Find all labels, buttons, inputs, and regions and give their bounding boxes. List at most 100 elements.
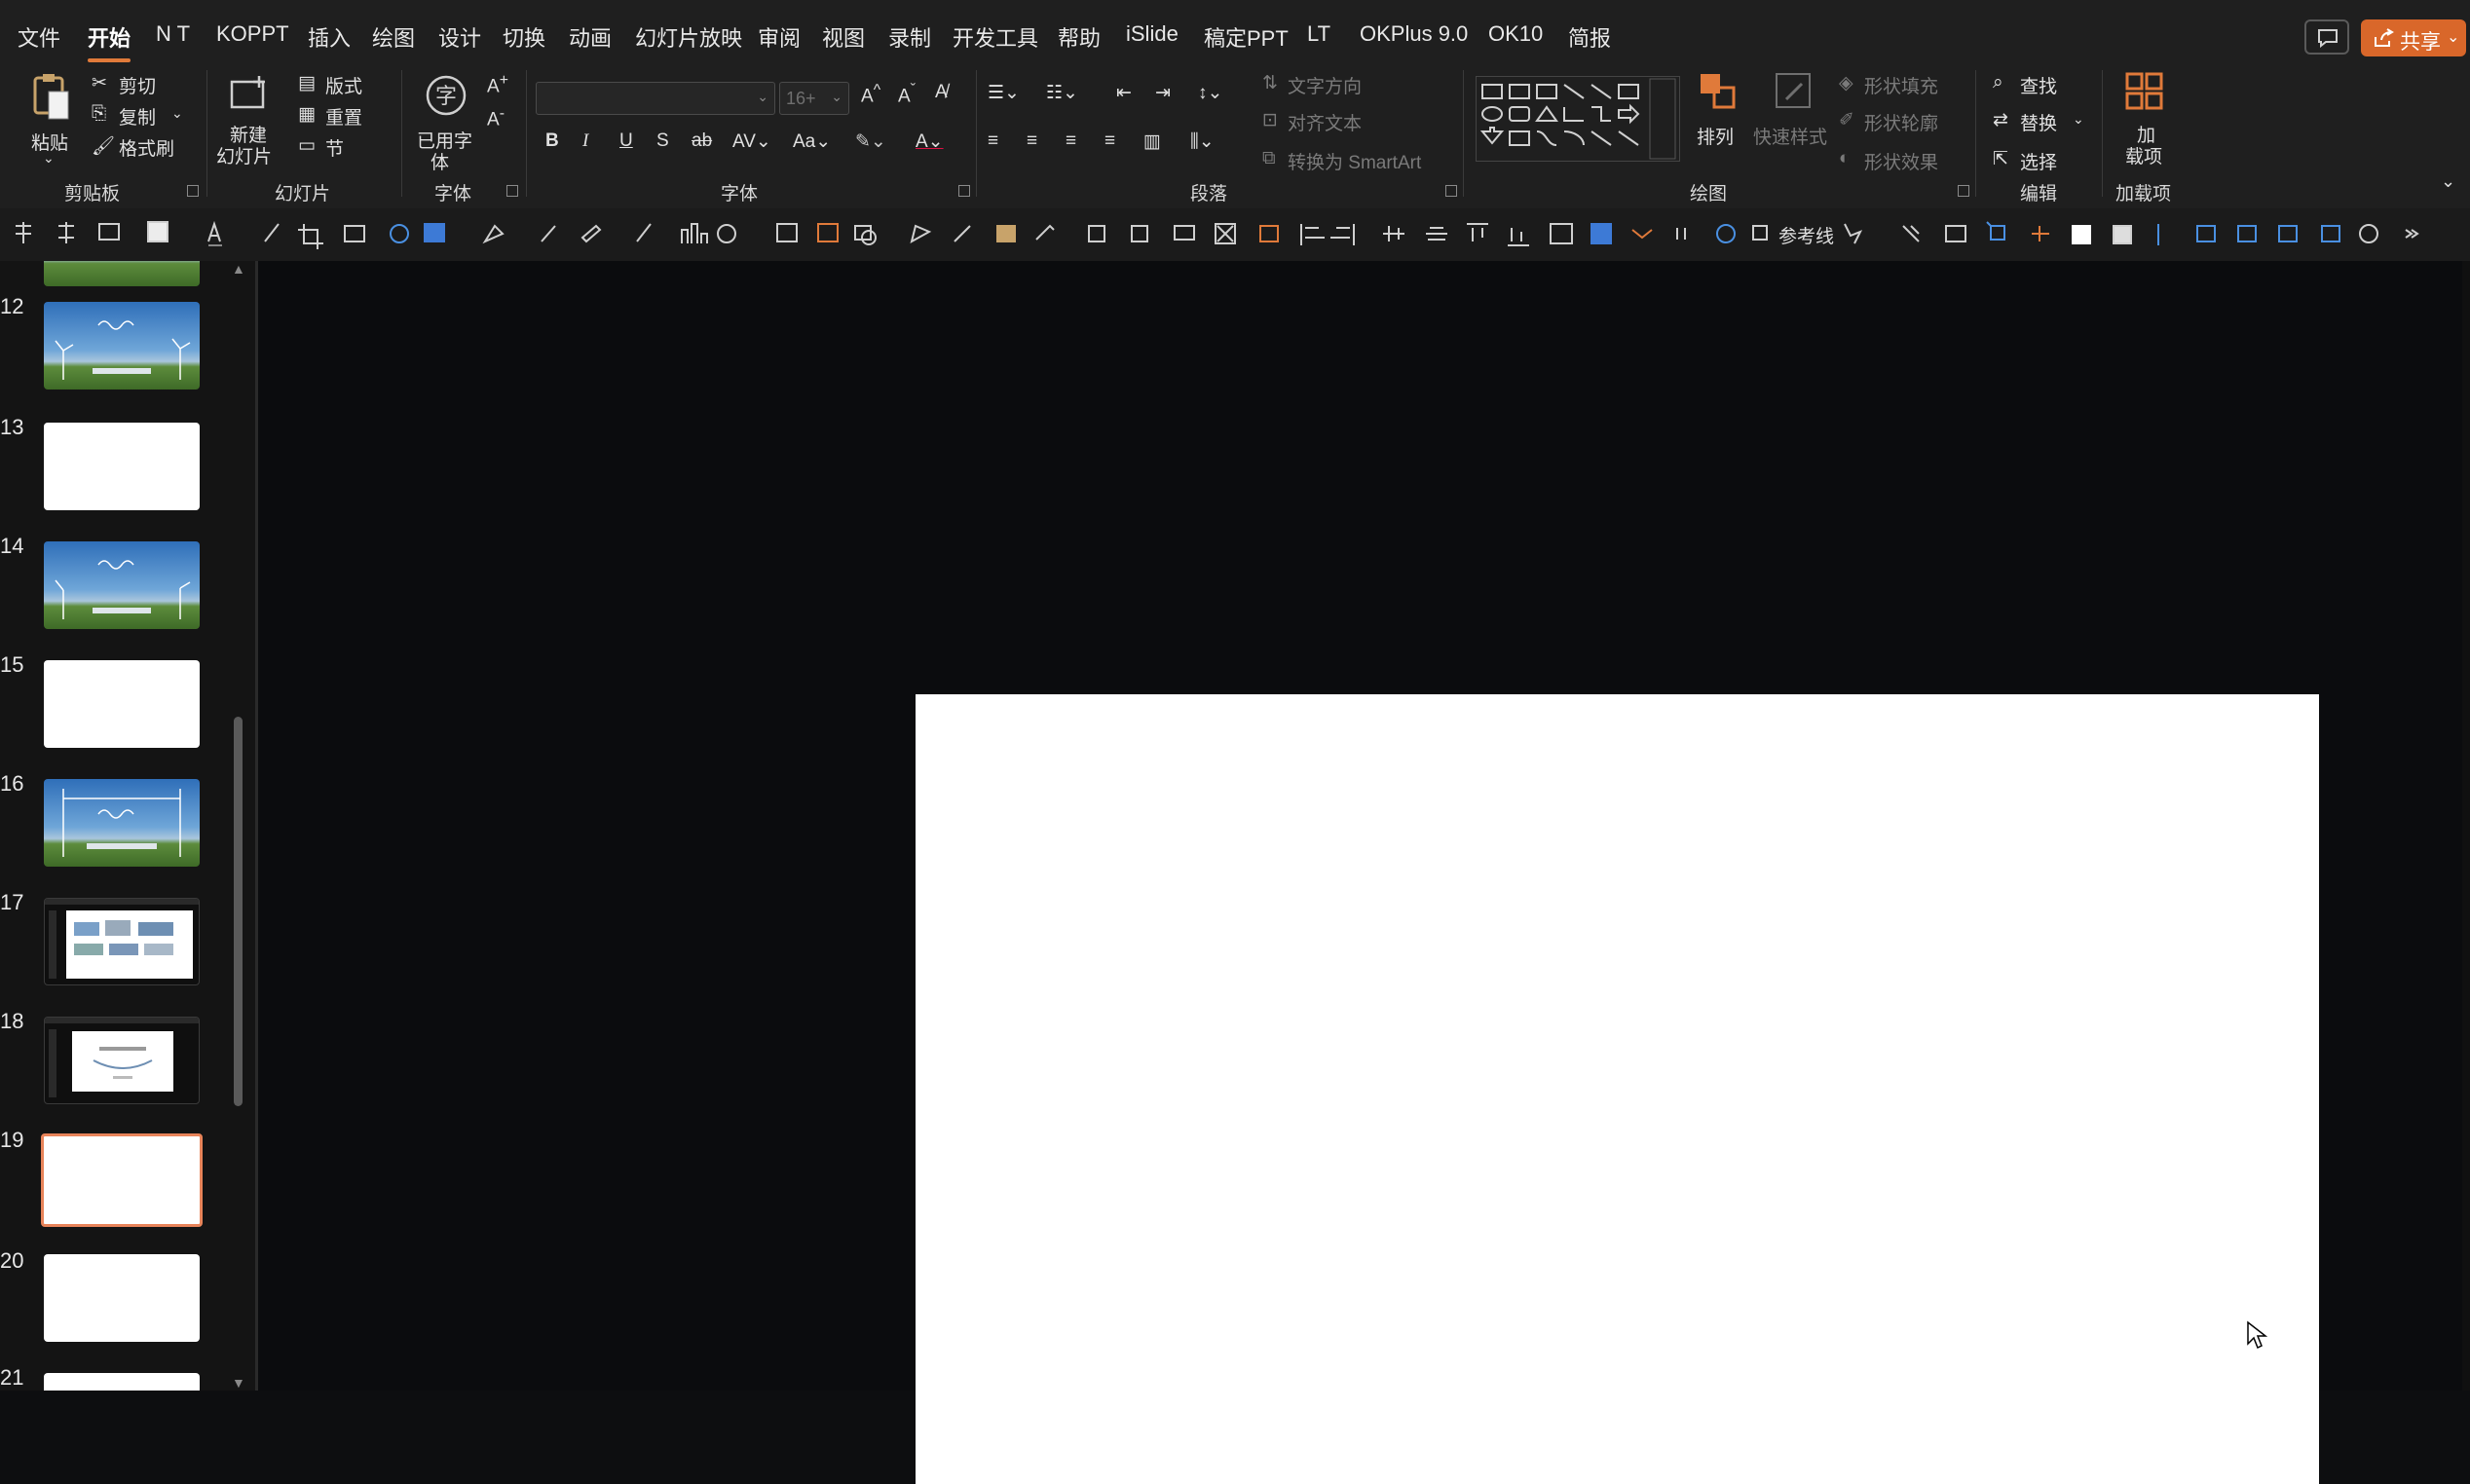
- tab-animations[interactable]: 动画: [569, 21, 612, 53]
- collapse-ribbon-icon[interactable]: ⌄: [2441, 171, 2455, 192]
- highlight-icon[interactable]: ✎⌄: [855, 130, 886, 153]
- drawing-launcher[interactable]: [1958, 185, 1969, 197]
- tab-slideshow[interactable]: 幻灯片放映: [635, 21, 742, 53]
- tab-review[interactable]: 审阅: [758, 21, 801, 53]
- tab-lt[interactable]: LT: [1307, 21, 1330, 47]
- shadow-icon[interactable]: S: [656, 130, 669, 152]
- clipboard-launcher[interactable]: [187, 185, 199, 197]
- tab-koppt[interactable]: KOPPT: [216, 21, 289, 47]
- share-button[interactable]: 共享 ⌄: [2361, 19, 2466, 56]
- align-text-button[interactable]: 对齐文本: [1288, 109, 1362, 135]
- align-center-icon[interactable]: ≡: [1027, 130, 1037, 152]
- used-fonts-button[interactable]: 字 已用字 体: [413, 70, 485, 173]
- change-case-icon[interactable]: Aa⌄: [793, 130, 831, 153]
- new-slide-button[interactable]: 新建 幻灯片: [214, 70, 286, 167]
- align-left-icon[interactable]: ≡: [988, 130, 998, 152]
- arrange-button[interactable]: 排列: [1691, 72, 1745, 169]
- increase-indent-icon[interactable]: ⇥: [1155, 82, 1171, 104]
- slide-thumbnail-16[interactable]: [44, 779, 200, 867]
- slide-thumbnail-11[interactable]: [44, 261, 200, 286]
- slide-thumbnail-17[interactable]: [44, 898, 200, 985]
- quick-styles-button[interactable]: 快速样式: [1753, 72, 1831, 169]
- tab-help[interactable]: 帮助: [1058, 21, 1101, 53]
- bold-icon[interactable]: B: [545, 130, 559, 152]
- slide-thumbnail-19[interactable]: [41, 1133, 203, 1227]
- font-name-select[interactable]: ⌄: [536, 82, 775, 115]
- decrease-font-icon[interactable]: Aˇ: [898, 82, 916, 107]
- tab-okplus[interactable]: OKPlus 9.0: [1360, 21, 1468, 47]
- slide-number: 15: [0, 652, 24, 677]
- scroll-down-icon[interactable]: ▼: [232, 1375, 245, 1391]
- slide-thumbnail-20[interactable]: [44, 1254, 200, 1342]
- increase-font-icon[interactable]: A^: [861, 82, 880, 107]
- slide-thumbnail-18[interactable]: [44, 1017, 200, 1104]
- slide-thumbnail-13[interactable]: [44, 423, 200, 510]
- tab-home[interactable]: 开始: [88, 21, 131, 62]
- scroll-up-icon[interactable]: ▲: [232, 261, 245, 277]
- font-dialog-launcher[interactable]: [958, 185, 970, 197]
- section-button[interactable]: 节: [325, 134, 344, 161]
- font-launcher[interactable]: [506, 185, 518, 197]
- tab-view[interactable]: 视图: [822, 21, 865, 53]
- shape-effects-button[interactable]: 形状效果: [1864, 148, 1938, 174]
- chevron-down-icon[interactable]: ⌄: [171, 105, 183, 122]
- tab-nt[interactable]: N T: [156, 21, 190, 47]
- shape-outline-button[interactable]: 形状轮廓: [1864, 109, 1938, 135]
- replace-button[interactable]: 替换: [2020, 109, 2057, 135]
- columns-icon[interactable]: ⫼⌄: [1190, 130, 1215, 153]
- tab-insert[interactable]: 插入: [308, 21, 351, 53]
- tab-gaoding[interactable]: 稿定PPT: [1204, 21, 1289, 53]
- cut-button[interactable]: 剪切: [119, 72, 156, 98]
- slide-thumbnail-21[interactable]: [44, 1373, 200, 1391]
- align-right-icon[interactable]: ≡: [1066, 130, 1076, 152]
- tab-transitions[interactable]: 切换: [503, 21, 545, 53]
- tab-file[interactable]: 文件: [18, 21, 60, 53]
- format-painter-button[interactable]: 格式刷: [119, 134, 174, 161]
- copy-button[interactable]: 复制: [119, 103, 156, 130]
- slide-thumbnail-14[interactable]: [44, 541, 200, 629]
- find-button[interactable]: 查找: [2020, 72, 2057, 98]
- paragraph-launcher[interactable]: [1445, 185, 1457, 197]
- strikethrough-icon[interactable]: ab: [692, 130, 712, 152]
- font-size-select[interactable]: 16+ ⌄: [779, 82, 849, 115]
- layout-button[interactable]: 版式: [325, 72, 362, 98]
- paste-button[interactable]: 粘贴 ⌄: [27, 70, 74, 167]
- chevron-down-icon[interactable]: ⌄: [2073, 111, 2084, 128]
- tab-record[interactable]: 录制: [888, 21, 931, 53]
- slide-thumbnail-15[interactable]: [44, 660, 200, 748]
- canvas-vertical-scrollbar[interactable]: [2462, 261, 2470, 1391]
- char-spacing-icon[interactable]: AV⌄: [732, 130, 771, 153]
- font-color-icon[interactable]: A⌄: [916, 130, 944, 153]
- numbering-icon[interactable]: ☷⌄: [1046, 82, 1078, 104]
- line-spacing-icon[interactable]: ↕⌄: [1198, 82, 1222, 104]
- underline-icon[interactable]: U: [619, 130, 633, 152]
- tab-developer[interactable]: 开发工具: [953, 21, 1038, 53]
- addins-button[interactable]: 加 载项: [2115, 72, 2174, 169]
- comments-button[interactable]: [2304, 19, 2349, 55]
- clear-format-icon[interactable]: A̸: [935, 82, 948, 103]
- convert-smartart-button[interactable]: 转换为 SmartArt: [1288, 148, 1421, 174]
- tab-draw[interactable]: 绘图: [372, 21, 415, 53]
- tab-islide[interactable]: iSlide: [1126, 21, 1179, 47]
- tab-ok10[interactable]: OK10: [1488, 21, 1543, 47]
- bullets-icon[interactable]: ☰⌄: [988, 82, 1020, 104]
- current-slide[interactable]: [916, 694, 2319, 1484]
- distribute-icon[interactable]: ▥: [1143, 130, 1161, 153]
- shrink-font-icon[interactable]: A-: [487, 105, 505, 130]
- tab-design[interactable]: 设计: [438, 21, 481, 53]
- text-direction-button[interactable]: 文字方向: [1288, 72, 1362, 98]
- decrease-indent-icon[interactable]: ⇤: [1116, 82, 1132, 104]
- shape-fill-button[interactable]: 形状填充: [1864, 72, 1938, 98]
- italic-icon[interactable]: I: [582, 130, 588, 152]
- chevron-down-icon: ⌄: [2447, 29, 2460, 46]
- grow-font-icon[interactable]: A+: [487, 72, 508, 97]
- shapes-gallery[interactable]: [1476, 76, 1680, 162]
- slide-thumbnail-12[interactable]: [44, 302, 200, 390]
- select-button[interactable]: 选择: [2020, 148, 2057, 174]
- justify-icon[interactable]: ≡: [1104, 130, 1115, 152]
- guides-label[interactable]: 参考线: [1778, 222, 1834, 248]
- reset-button[interactable]: 重置: [325, 103, 362, 130]
- find-icon: ⌕: [1993, 72, 2003, 93]
- tab-jianbao[interactable]: 简报: [1568, 21, 1611, 53]
- panel-scrollbar-thumb[interactable]: [234, 717, 243, 1106]
